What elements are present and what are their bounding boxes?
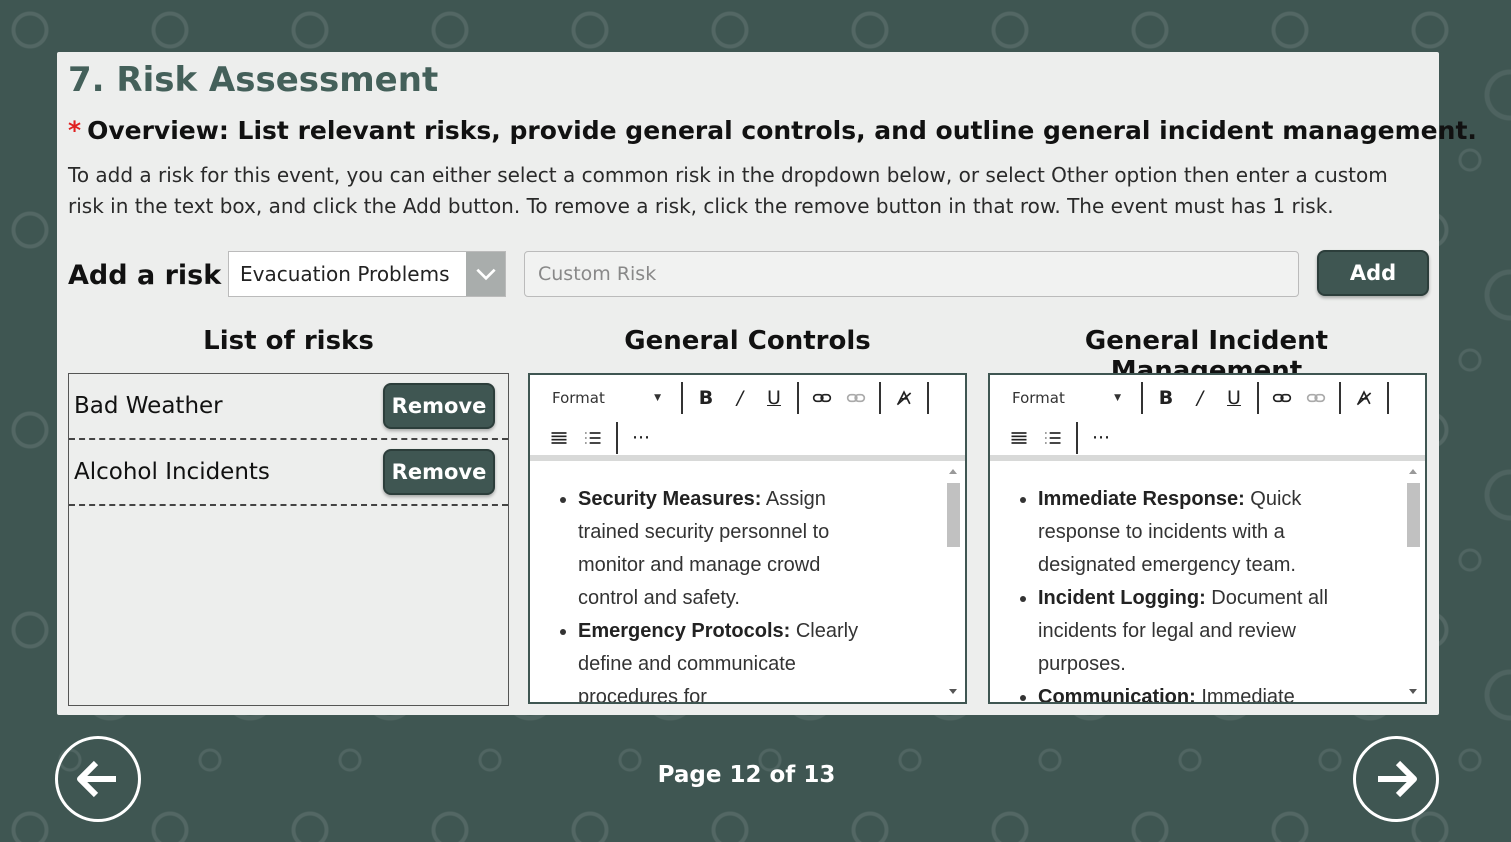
numbered-list-icon[interactable]	[578, 423, 608, 453]
remove-risk-button[interactable]: Remove	[383, 449, 495, 495]
toolbar-separator	[1339, 382, 1341, 414]
custom-risk-input[interactable]	[524, 251, 1299, 297]
scroll-thumb[interactable]	[947, 483, 960, 547]
page-indicator: Page 12 of 13	[657, 762, 836, 788]
toolbar-separator	[927, 382, 929, 414]
controls-list: Security Measures: Assign trained securi…	[578, 483, 878, 702]
format-label: Format	[1012, 389, 1065, 407]
scroll-down-icon[interactable]	[949, 689, 957, 694]
controls-editor-content[interactable]: Security Measures: Assign trained securi…	[530, 461, 965, 702]
list-item: Incident Logging: Document all incidents…	[1038, 582, 1338, 681]
item-title: Immediate Response:	[1038, 488, 1245, 510]
format-dropdown[interactable]: Format ▼	[530, 389, 675, 407]
bold-icon[interactable]: B	[691, 383, 721, 413]
clear-format-icon[interactable]	[1349, 383, 1379, 413]
format-dropdown[interactable]: Format ▼	[990, 389, 1135, 407]
link-icon[interactable]	[1267, 383, 1297, 413]
risk-name: Alcohol Incidents	[74, 459, 270, 485]
scrollbar[interactable]	[1405, 461, 1423, 702]
more-icon[interactable]: ···	[626, 423, 656, 453]
list-item: Communication: Immediate	[1038, 681, 1338, 702]
scroll-up-icon[interactable]	[1409, 469, 1417, 474]
item-title: Emergency Protocols:	[578, 620, 791, 642]
italic-icon[interactable]: /	[725, 383, 755, 413]
risk-list: Bad Weather Remove Alcohol Incidents Rem…	[68, 373, 509, 706]
list-item: Bad Weather Remove	[69, 374, 508, 440]
clear-format-icon[interactable]	[889, 383, 919, 413]
toolbar-separator	[1141, 382, 1143, 414]
underline-icon[interactable]: U	[1219, 383, 1249, 413]
incident-editor: Format▼ B / U ··· Immediate Resp	[988, 373, 1427, 704]
editor-toolbar: Format ▼ B / U ···	[530, 375, 965, 461]
overview-question: * Overview: List relevant risks, provide …	[68, 116, 1477, 145]
arrow-right-icon	[1378, 760, 1417, 798]
caret-down-icon: ▼	[1114, 393, 1121, 403]
toolbar-separator	[681, 382, 683, 414]
scroll-up-icon[interactable]	[949, 469, 957, 474]
underline-icon[interactable]: U	[759, 383, 789, 413]
incident-editor-content[interactable]: Immediate Response: Quick response to in…	[990, 461, 1425, 702]
toolbar-separator	[1387, 382, 1389, 414]
instructions-text: To add a risk for this event, you can ei…	[68, 163, 1388, 218]
risk-dropdown[interactable]: Evacuation Problems	[228, 251, 506, 297]
risk-assessment-card: 7. Risk Assessment * Overview: List relev…	[57, 52, 1477, 715]
scrollbar[interactable]	[945, 461, 963, 702]
item-title: Incident Logging:	[1038, 587, 1206, 609]
numbered-list-icon[interactable]	[1038, 423, 1068, 453]
risk-name: Bad Weather	[74, 393, 223, 419]
incident-list: Immediate Response: Quick response to in…	[1038, 483, 1338, 702]
add-risk-label: Add a risk	[68, 260, 222, 291]
toolbar-separator	[1076, 422, 1078, 454]
scroll-down-icon[interactable]	[1409, 689, 1417, 694]
list-item: Alcohol Incidents Remove	[69, 440, 508, 506]
toolbar-separator	[1257, 382, 1259, 414]
link-icon[interactable]	[807, 383, 837, 413]
risks-column-title: List of risks	[203, 326, 374, 356]
scroll-thumb[interactable]	[1407, 483, 1420, 547]
required-marker: *	[68, 116, 82, 145]
bullet-list-icon[interactable]	[544, 423, 574, 453]
toolbar-separator	[797, 382, 799, 414]
remove-risk-button[interactable]: Remove	[383, 383, 495, 429]
add-risk-button[interactable]: Add	[1317, 250, 1429, 296]
bullet-list-icon[interactable]	[1004, 423, 1034, 453]
risk-dropdown-value: Evacuation Problems	[240, 262, 450, 286]
unlink-icon[interactable]	[1301, 383, 1331, 413]
editor-toolbar: Format ▼ B / U ···	[990, 375, 1425, 461]
item-title: Communication:	[1038, 686, 1196, 702]
caret-down-icon: ▼	[654, 393, 661, 403]
item-text: Immediate	[1195, 686, 1295, 702]
unlink-icon[interactable]	[841, 383, 871, 413]
page-title: 7. Risk Assessment	[68, 60, 439, 100]
bold-icon[interactable]: B	[1151, 383, 1181, 413]
list-item: Emergency Protocols: Clearly define and …	[578, 615, 878, 702]
more-icon[interactable]: ···	[1086, 423, 1116, 453]
list-item: Security Measures: Assign trained securi…	[578, 483, 878, 615]
toolbar-separator	[616, 422, 618, 454]
list-item: Immediate Response: Quick response to in…	[1038, 483, 1338, 582]
item-title: Security Measures:	[578, 488, 762, 510]
italic-icon[interactable]: /	[1185, 383, 1215, 413]
controls-editor: Format▼ B / U ··· Security Measu	[528, 373, 967, 704]
overview-text: Overview: List relevant risks, provide g…	[87, 116, 1477, 145]
next-page-button[interactable]	[1353, 736, 1439, 822]
toolbar-separator	[879, 382, 881, 414]
chevron-down-icon[interactable]	[466, 252, 505, 296]
controls-column-title: General Controls	[624, 326, 871, 356]
format-label: Format	[552, 389, 605, 407]
